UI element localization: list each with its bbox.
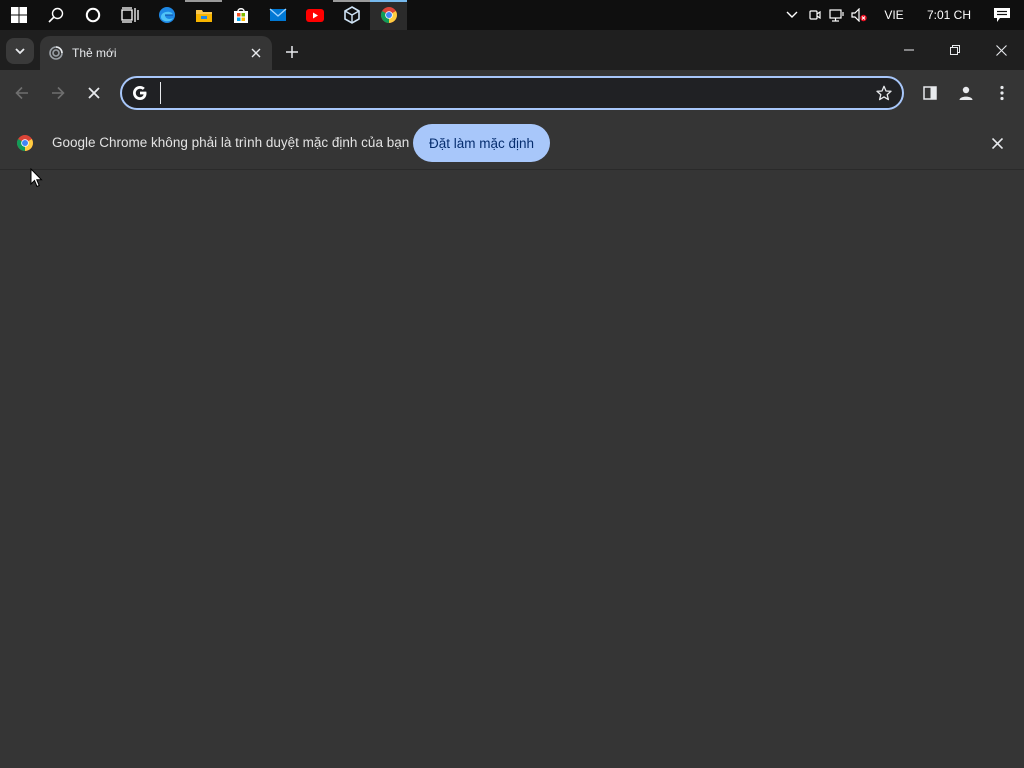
star-icon[interactable] [876, 85, 892, 101]
search-icon [47, 7, 63, 23]
store-taskbar-button[interactable] [222, 0, 259, 30]
chrome-toolbar [0, 70, 1024, 116]
edge-taskbar-button[interactable] [148, 0, 185, 30]
plus-icon [286, 46, 298, 58]
minimize-button[interactable] [886, 30, 932, 70]
virtualbox-icon [343, 6, 360, 24]
omnibox-input[interactable] [160, 82, 868, 104]
notification-icon [994, 8, 1010, 22]
back-button[interactable] [8, 79, 36, 107]
action-center-button[interactable] [980, 0, 1024, 30]
arrow-left-icon [15, 86, 28, 100]
infobar-close-button[interactable] [988, 134, 1006, 152]
restore-icon [950, 45, 960, 55]
mouse-cursor-icon [30, 168, 43, 188]
windows-taskbar: VIE 7:01 CH [0, 0, 1024, 30]
taskbar-search-button[interactable] [37, 0, 74, 30]
input-language-indicator[interactable]: VIE [870, 0, 918, 30]
windows-logo-icon [10, 7, 27, 23]
meet-now-button[interactable] [804, 0, 826, 30]
network-icon [829, 9, 844, 22]
set-as-default-button[interactable]: Đặt làm mặc định [413, 124, 550, 162]
network-button[interactable] [826, 0, 848, 30]
edge-icon [158, 7, 175, 23]
start-button[interactable] [0, 0, 37, 30]
profile-button[interactable] [952, 79, 980, 107]
more-vertical-icon [1000, 85, 1004, 101]
close-icon [251, 48, 261, 58]
volume-button[interactable] [848, 0, 870, 30]
tab-search-button[interactable] [6, 38, 34, 64]
chrome-icon [380, 7, 397, 23]
side-panel-button[interactable] [916, 79, 944, 107]
system-tray: VIE 7:01 CH [780, 0, 1024, 30]
file-explorer-taskbar-button[interactable] [185, 0, 222, 30]
tab-close-button[interactable] [248, 45, 264, 61]
arrow-right-icon [52, 86, 65, 100]
virtualbox-taskbar-button[interactable] [333, 0, 370, 30]
infobar-message: Google Chrome không phải là trình duyệt … [52, 135, 410, 150]
stop-loading-button[interactable] [80, 79, 108, 107]
side-panel-icon [923, 86, 937, 100]
default-browser-infobar: Google Chrome không phải là trình duyệt … [0, 116, 1024, 170]
tab-new-tab[interactable]: Thẻ mới [40, 36, 272, 70]
chrome-icon [17, 135, 33, 151]
restore-button[interactable] [932, 30, 978, 70]
microsoft-store-icon [233, 8, 248, 23]
tab-title: Thẻ mới [72, 46, 117, 60]
chrome-tab-strip: Thẻ mới [0, 30, 1024, 70]
chevron-down-icon [15, 47, 25, 54]
chevron-up-icon [786, 11, 798, 18]
cortana-icon [85, 7, 100, 23]
close-icon [991, 137, 1003, 149]
youtube-icon [305, 8, 324, 22]
minimize-icon [904, 49, 914, 51]
page-content-area[interactable] [0, 171, 1024, 768]
person-icon [959, 86, 973, 100]
clock[interactable]: 7:01 CH [918, 0, 980, 30]
task-view-button[interactable] [111, 0, 148, 30]
close-window-button[interactable] [978, 30, 1024, 70]
new-tab-button[interactable] [280, 40, 304, 64]
show-hidden-icons-button[interactable] [780, 0, 804, 30]
mail-taskbar-button[interactable] [259, 0, 296, 30]
loading-spinner-icon [49, 46, 63, 60]
volume-muted-icon [851, 8, 867, 22]
youtube-taskbar-button[interactable] [296, 0, 333, 30]
cortana-button[interactable] [74, 0, 111, 30]
task-view-icon [120, 7, 139, 23]
close-icon [88, 87, 100, 99]
file-explorer-icon [195, 10, 212, 22]
close-icon [995, 44, 1007, 56]
chrome-taskbar-button[interactable] [370, 0, 407, 30]
meet-now-icon [809, 10, 821, 20]
address-bar[interactable] [120, 76, 904, 110]
chrome-menu-button[interactable] [988, 79, 1016, 107]
mail-icon [269, 8, 286, 21]
google-g-icon [133, 86, 147, 100]
forward-button[interactable] [44, 79, 72, 107]
